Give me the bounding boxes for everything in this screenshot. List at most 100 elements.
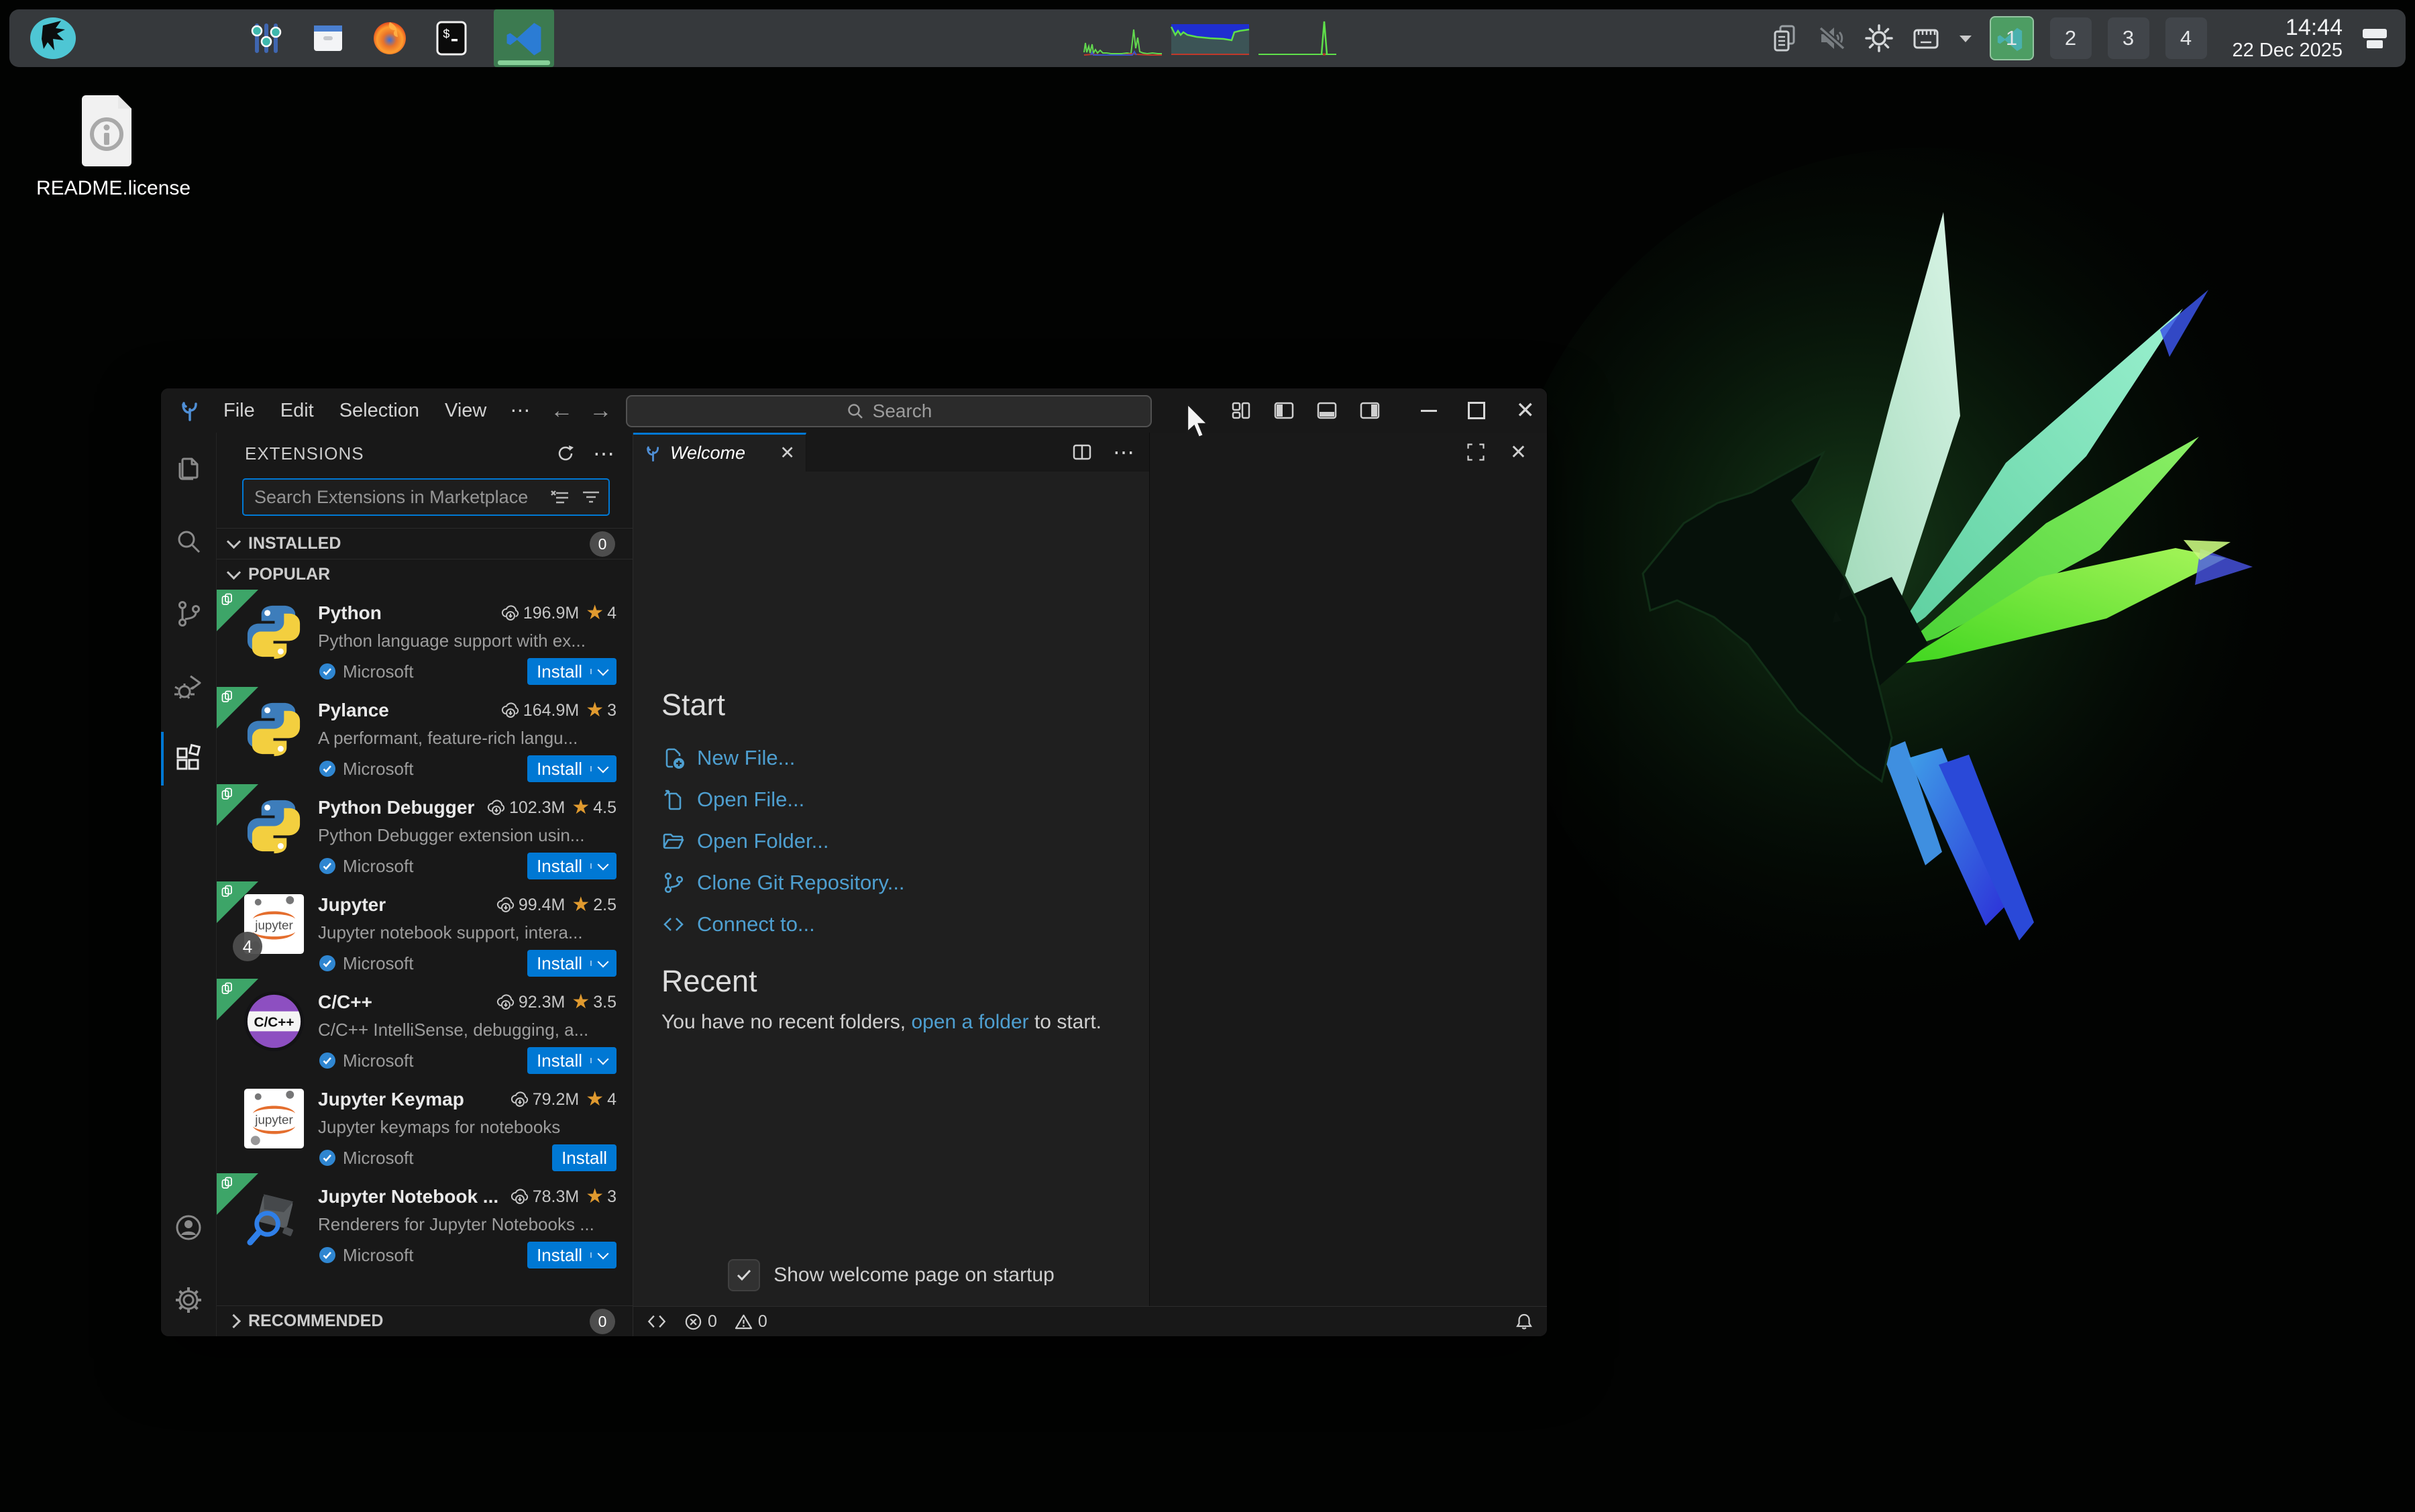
- activity-run-debug[interactable]: [161, 650, 216, 722]
- settings-button[interactable]: [161, 1264, 216, 1336]
- start-heading: Start: [661, 688, 726, 722]
- svg-text:$: $: [443, 28, 450, 42]
- toggle-panel-icon[interactable]: [1316, 400, 1338, 421]
- menu-selection[interactable]: Selection: [327, 397, 432, 425]
- expand-group-icon[interactable]: [1466, 442, 1486, 462]
- connect-to-link[interactable]: Connect to...: [661, 904, 1149, 945]
- clone-repo-link[interactable]: Clone Git Repository...: [661, 862, 1149, 904]
- install-dropdown[interactable]: [590, 761, 609, 773]
- memory-graph: [1170, 24, 1250, 55]
- desktop-file-readme-license[interactable]: README.license: [36, 95, 191, 200]
- editor-group-2[interactable]: [1149, 472, 1547, 1306]
- install-button[interactable]: Install: [527, 950, 616, 977]
- workspace-3[interactable]: 3: [2107, 17, 2149, 59]
- install-dropdown[interactable]: [590, 664, 609, 676]
- vscode-icon[interactable]: [494, 9, 554, 67]
- run-debug-icon: [174, 675, 201, 699]
- search-icon: [847, 404, 863, 419]
- nav-forward-icon[interactable]: →: [581, 398, 620, 424]
- extension-row-cpp[interactable]: C/C++ C/C++ 92.3M ★ 3.5 C/C++ IntelliSens…: [217, 979, 633, 1076]
- install-dropdown[interactable]: [590, 1053, 609, 1065]
- toggle-secondary-sidebar-icon[interactable]: [1359, 400, 1381, 421]
- activity-bar: [161, 433, 217, 1336]
- workspace-4[interactable]: 4: [2165, 17, 2207, 59]
- minimize-button[interactable]: [1420, 409, 1437, 412]
- open-a-folder-link[interactable]: open a folder: [911, 1011, 1028, 1033]
- install-dropdown[interactable]: [590, 1248, 609, 1260]
- mouse-cursor: [1185, 402, 1214, 440]
- install-dropdown[interactable]: [590, 956, 609, 968]
- toggle-primary-sidebar-icon[interactable]: [1273, 400, 1295, 421]
- section-installed[interactable]: INSTALLED 0: [217, 528, 633, 559]
- more-actions-icon[interactable]: ⋯: [593, 441, 615, 466]
- workspace-1[interactable]: 1: [1989, 16, 2034, 60]
- install-button[interactable]: Install: [527, 853, 616, 879]
- terminal-icon[interactable]: $: [432, 19, 471, 58]
- notifications-bell-icon[interactable]: [1515, 1312, 1534, 1331]
- split-editor-icon[interactable]: [1071, 441, 1093, 463]
- extension-count-badge: 4: [233, 932, 262, 961]
- extension-row-jupyter-notebook-renderers[interactable]: Jupyter Notebook ... 78.3M ★ 3 Renderers …: [217, 1173, 633, 1271]
- open-folder-link[interactable]: Open Folder...: [661, 820, 1149, 862]
- customize-layout-icon[interactable]: [1230, 400, 1252, 421]
- section-recommended[interactable]: RECOMMENDED 0: [217, 1305, 633, 1336]
- welcome-startup-checkbox[interactable]: [728, 1259, 761, 1291]
- mixer-icon[interactable]: [247, 19, 286, 58]
- workspace-1-label: 1: [2005, 26, 2018, 50]
- clear-filter-icon[interactable]: [549, 486, 571, 508]
- editor-more-actions-icon[interactable]: ⋯: [1113, 439, 1134, 465]
- command-center-search[interactable]: Search: [626, 395, 1152, 427]
- extension-row-python-debugger[interactable]: Python Debugger 102.3M ★ 4.5 Python Debug…: [217, 784, 633, 881]
- install-dropdown[interactable]: [590, 859, 609, 871]
- tray-panel-icon[interactable]: [2359, 22, 2391, 54]
- activity-explorer[interactable]: [161, 433, 216, 505]
- open-file-link[interactable]: Open File...: [661, 779, 1149, 820]
- cpu-graph: [1083, 29, 1162, 56]
- menu-edit[interactable]: Edit: [268, 397, 327, 425]
- maximize-button[interactable]: [1467, 402, 1485, 419]
- remote-indicator-icon[interactable]: [647, 1311, 667, 1332]
- problems-warnings[interactable]: 0: [735, 1312, 767, 1332]
- extension-row-pylance[interactable]: Pylance 164.9M ★ 3 A performant, feature-…: [217, 687, 633, 784]
- activity-search[interactable]: [161, 505, 216, 578]
- workspace-2[interactable]: 2: [2049, 17, 2092, 59]
- vscodium-logo-icon: [647, 446, 659, 462]
- install-button[interactable]: Install: [527, 1242, 616, 1268]
- new-file-link[interactable]: New File...: [661, 737, 1149, 779]
- wallpaper-bird: [1476, 101, 2415, 1241]
- os-logo-icon[interactable]: [28, 16, 78, 60]
- install-button[interactable]: Install: [527, 658, 616, 685]
- tab-close-icon[interactable]: ✕: [780, 443, 795, 464]
- extension-row-python[interactable]: Python 196.9M ★ 4 Python language support…: [217, 590, 633, 687]
- section-popular[interactable]: POPULAR: [217, 559, 633, 590]
- extensions-list: Python 196.9M ★ 4 Python language support…: [217, 590, 633, 1305]
- menu-file[interactable]: File: [211, 397, 268, 425]
- nav-back-icon[interactable]: ←: [542, 398, 581, 424]
- install-button[interactable]: Install: [527, 1047, 616, 1074]
- tab-welcome[interactable]: Welcome ✕: [633, 433, 806, 472]
- activity-source-control[interactable]: [161, 578, 216, 650]
- account-button[interactable]: [161, 1191, 216, 1264]
- file-manager-icon[interactable]: [309, 19, 347, 58]
- filter-icon[interactable]: [580, 486, 602, 508]
- install-button[interactable]: Install: [552, 1144, 616, 1171]
- volume-muted-icon[interactable]: [1817, 23, 1847, 54]
- clipboard-icon[interactable]: [1770, 23, 1801, 54]
- desktop-file-label: README.license: [36, 177, 191, 199]
- menubar: File Edit Selection View ⋯: [211, 396, 542, 425]
- problems-errors[interactable]: 0: [684, 1312, 717, 1332]
- notebook-renderers-logo-icon: [242, 1184, 306, 1248]
- refresh-icon[interactable]: [555, 443, 576, 464]
- keyboard-icon[interactable]: [1911, 23, 1941, 54]
- brightness-icon[interactable]: [1864, 23, 1894, 54]
- menu-view[interactable]: View: [432, 397, 499, 425]
- menu-more-icon[interactable]: ⋯: [499, 396, 542, 425]
- extension-row-jupyter-keymap[interactable]: jupyter Jupyter Keymap 79.2M ★ 4 Jupyter …: [217, 1076, 633, 1173]
- install-button[interactable]: Install: [527, 755, 616, 782]
- extension-row-jupyter[interactable]: jupyter 4 Jupyter 99.4M ★ 2.5 Jupyter not…: [217, 881, 633, 979]
- close-group-icon[interactable]: ✕: [1510, 441, 1527, 464]
- close-window-button[interactable]: ✕: [1516, 399, 1536, 422]
- caret-down-icon[interactable]: [1957, 32, 1974, 44]
- activity-extensions[interactable]: [161, 722, 216, 795]
- firefox-icon[interactable]: [370, 19, 409, 58]
